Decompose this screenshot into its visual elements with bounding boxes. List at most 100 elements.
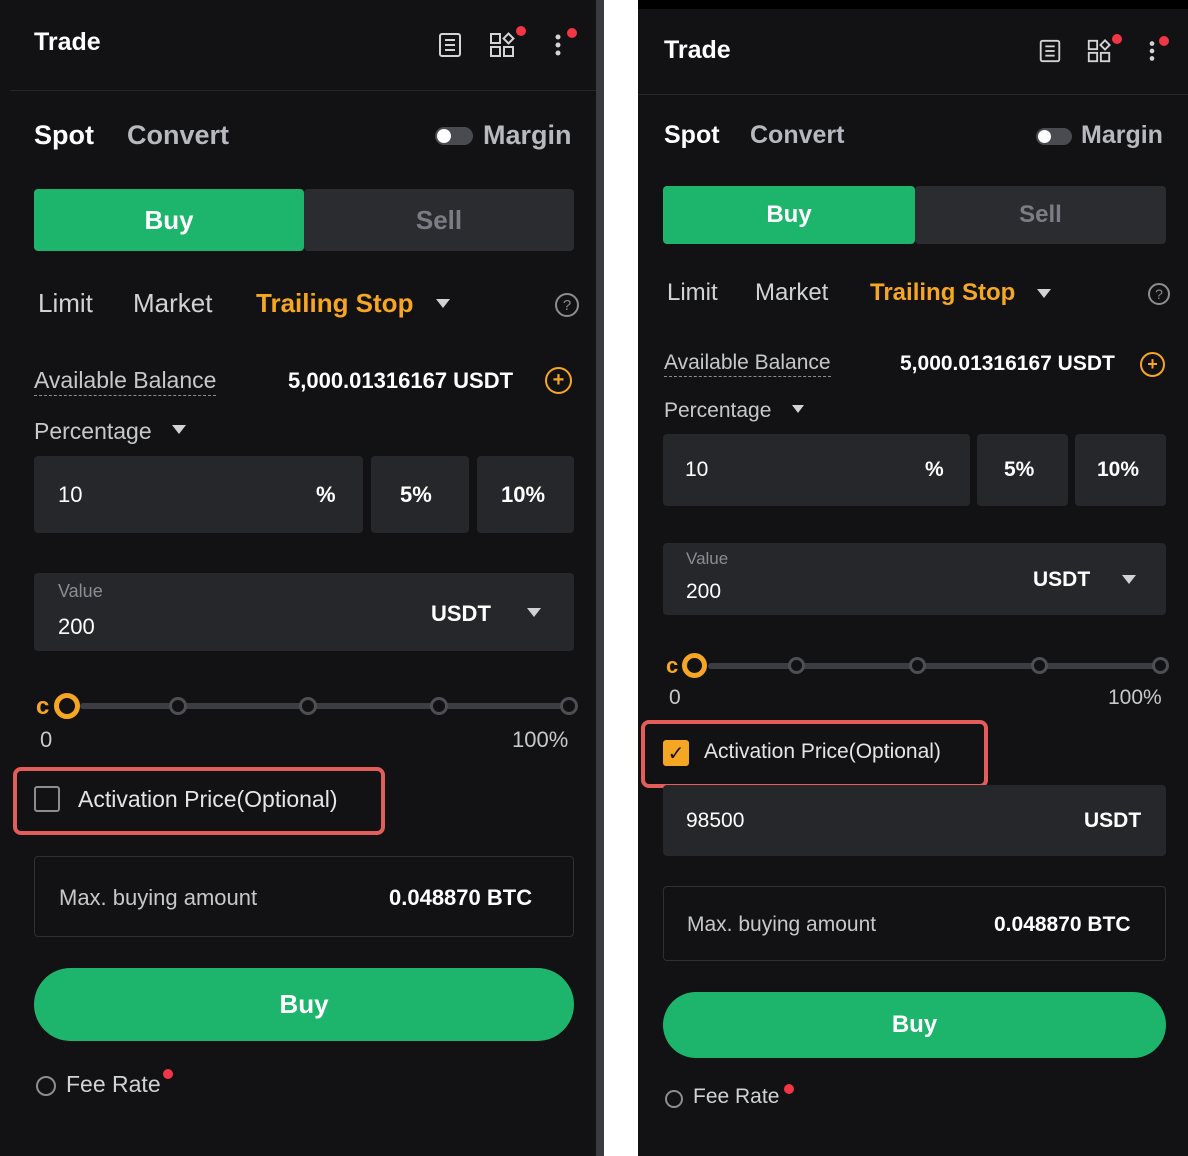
activation-price-checkbox[interactable]	[34, 786, 60, 812]
slider-min-label: 0	[40, 727, 53, 752]
percentage-unit: %	[925, 458, 944, 481]
percentage-input[interactable]: 10 %	[34, 456, 363, 533]
notification-dot	[163, 1069, 173, 1079]
chevron-down-icon[interactable]	[1122, 575, 1136, 584]
max-buying-label: Max. buying amount	[687, 913, 877, 936]
percentage-unit: %	[316, 482, 336, 507]
preset-10-percent-button[interactable]: 10%	[477, 456, 574, 533]
buy-button[interactable]: Buy	[34, 968, 574, 1041]
preset-10-percent-button[interactable]: 10%	[1075, 434, 1166, 506]
available-balance-label[interactable]: Available Balance	[34, 367, 217, 396]
scrollbar[interactable]	[596, 0, 604, 1156]
orders-icon[interactable]	[436, 31, 464, 63]
header-divider	[638, 94, 1188, 95]
slider-min-label: 0	[669, 686, 681, 709]
trade-panel-unchecked: Trade Spot Convert Margin Buy Sell Limit…	[0, 0, 604, 1156]
percentage-input[interactable]: 10 %	[663, 434, 970, 506]
tab-convert[interactable]: Convert	[127, 120, 229, 151]
slider-handle-arc: c	[666, 653, 679, 678]
percentage-slider-track[interactable]	[708, 663, 1163, 669]
chevron-down-icon[interactable]	[1037, 289, 1051, 298]
toggle-knob	[1038, 130, 1051, 143]
more-vertical-icon[interactable]	[553, 31, 563, 63]
add-funds-icon[interactable]: +	[545, 367, 572, 394]
max-buying-box: Max. buying amount 0.048870 BTC	[663, 886, 1166, 961]
percentage-dropdown[interactable]: Percentage	[34, 418, 152, 445]
order-type-market[interactable]: Market	[755, 279, 828, 307]
notification-dot	[567, 28, 577, 38]
buy-segment[interactable]: Buy	[34, 189, 304, 251]
help-icon[interactable]: ?	[555, 293, 579, 317]
sell-segment[interactable]: Sell	[304, 189, 574, 251]
currency-select[interactable]: USDT	[431, 601, 491, 627]
preset-5-percent-button[interactable]: 5%	[371, 456, 469, 533]
notification-dot	[1159, 36, 1169, 46]
value-input[interactable]: Value 200 USDT	[663, 543, 1166, 615]
percentage-dropdown[interactable]: Percentage	[664, 399, 771, 423]
add-funds-icon[interactable]: +	[1140, 352, 1165, 377]
more-vertical-icon[interactable]	[1147, 38, 1157, 68]
percentage-input-value: 10	[58, 482, 83, 507]
chevron-down-icon[interactable]	[436, 299, 450, 308]
percentage-slider-track[interactable]	[80, 703, 570, 709]
max-buying-value: 0.048870 BTC	[389, 885, 533, 910]
slider-node-100[interactable]	[560, 697, 578, 715]
toggle-knob	[437, 129, 451, 143]
fee-rate-icon	[36, 1076, 56, 1096]
value-label: Value	[686, 549, 729, 568]
buy-segment[interactable]: Buy	[663, 186, 915, 244]
sell-segment[interactable]: Sell	[915, 186, 1166, 244]
margin-toggle[interactable]	[435, 127, 473, 145]
slider-node-25[interactable]	[788, 657, 805, 674]
help-icon[interactable]: ?	[1148, 283, 1170, 305]
window-top-edge	[638, 0, 1188, 9]
margin-toggle[interactable]	[1036, 128, 1072, 145]
tab-spot[interactable]: Spot	[34, 120, 94, 151]
slider-node-75[interactable]	[430, 697, 448, 715]
order-type-trailing-stop[interactable]: Trailing Stop	[870, 279, 1015, 307]
buy-button[interactable]: Buy	[663, 992, 1166, 1058]
order-type-trailing-stop[interactable]: Trailing Stop	[256, 288, 413, 319]
order-type-limit[interactable]: Limit	[667, 279, 718, 307]
notification-dot	[516, 26, 526, 36]
chevron-down-icon[interactable]	[527, 608, 541, 617]
panel-title: Trade	[664, 36, 731, 64]
slider-node-25[interactable]	[169, 697, 187, 715]
max-buying-label: Max. buying amount	[59, 885, 258, 910]
slider-handle[interactable]	[682, 653, 707, 678]
activation-price-label[interactable]: Activation Price(Optional)	[78, 786, 338, 813]
chevron-down-icon[interactable]	[172, 425, 186, 434]
preset-5-percent-button[interactable]: 5%	[977, 434, 1068, 506]
max-buying-value: 0.048870 BTC	[994, 913, 1131, 936]
order-type-limit[interactable]: Limit	[38, 288, 93, 319]
chevron-down-icon[interactable]	[792, 405, 804, 413]
activation-price-checkbox[interactable]: ✓	[663, 740, 689, 766]
tab-convert[interactable]: Convert	[750, 121, 844, 150]
fee-rate-link[interactable]: Fee Rate	[66, 1071, 161, 1098]
activation-price-label[interactable]: Activation Price(Optional)	[704, 740, 941, 764]
slider-node-100[interactable]	[1152, 657, 1169, 674]
available-balance-label[interactable]: Available Balance	[664, 351, 831, 377]
slider-node-50[interactable]	[299, 697, 317, 715]
fee-rate-icon	[665, 1090, 683, 1108]
slider-handle[interactable]	[54, 693, 80, 719]
grid-apps-icon[interactable]	[1086, 38, 1112, 68]
preset-label: 10%	[1097, 458, 1140, 481]
currency-select[interactable]: USDT	[1033, 568, 1090, 592]
grid-apps-icon[interactable]	[488, 31, 516, 63]
value-label: Value	[58, 581, 103, 601]
preset-label: 10%	[501, 482, 546, 507]
tab-margin[interactable]: Margin	[483, 120, 572, 151]
notification-dot	[1112, 34, 1122, 44]
orders-icon[interactable]	[1037, 38, 1063, 68]
order-type-market[interactable]: Market	[133, 288, 212, 319]
tab-margin[interactable]: Margin	[1081, 121, 1163, 150]
header-divider	[10, 90, 596, 91]
slider-node-75[interactable]	[1031, 657, 1048, 674]
activation-price-input[interactable]: 98500 USDT	[663, 785, 1166, 856]
value-input[interactable]: Value 200 USDT	[34, 573, 574, 651]
slider-node-50[interactable]	[909, 657, 926, 674]
tab-spot[interactable]: Spot	[664, 121, 720, 150]
fee-rate-link[interactable]: Fee Rate	[693, 1085, 779, 1109]
value-amount: 200	[686, 580, 722, 603]
